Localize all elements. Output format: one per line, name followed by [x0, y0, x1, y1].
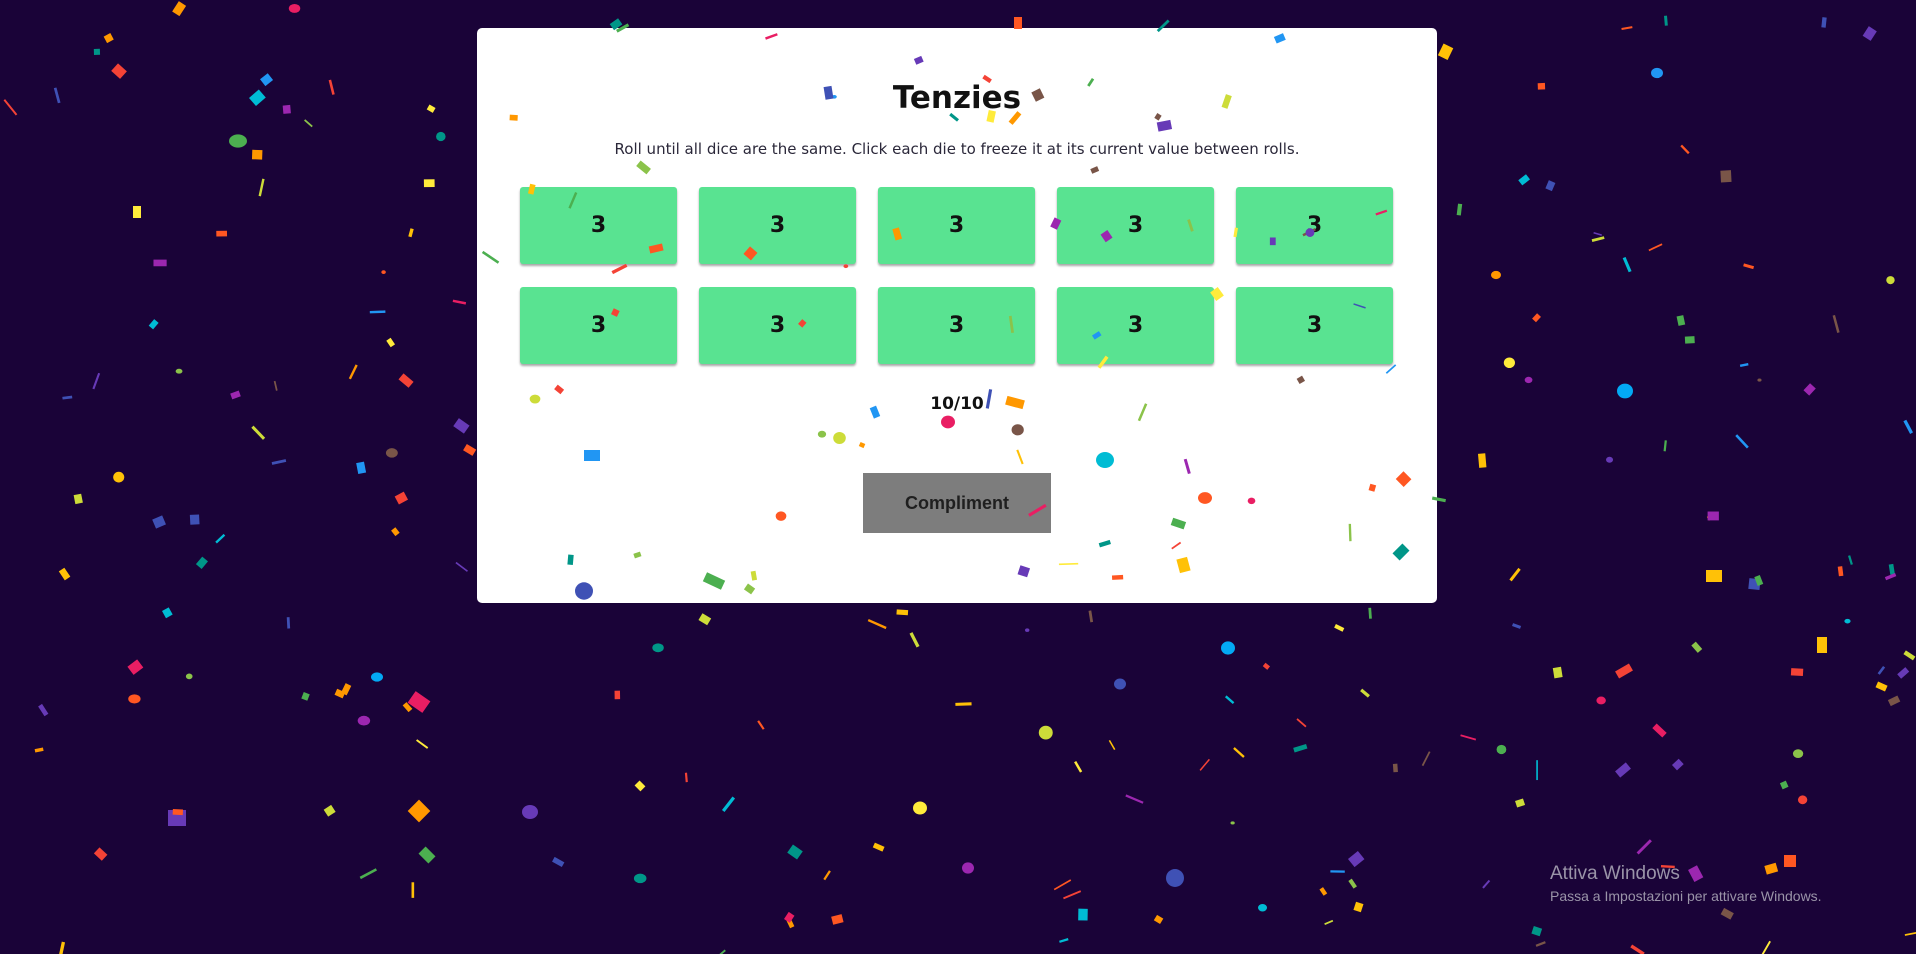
die-8[interactable]: 3 — [878, 287, 1035, 364]
die-7[interactable]: 3 — [699, 287, 856, 364]
compliment-button[interactable]: Compliment — [863, 473, 1051, 533]
windows-activation-watermark: Attiva Windows Passa a Impostazioni per … — [1550, 863, 1822, 904]
die-6[interactable]: 3 — [520, 287, 677, 364]
held-dice-counter: 10/10 — [930, 394, 984, 414]
die-3[interactable]: 3 — [878, 187, 1035, 264]
die-2[interactable]: 3 — [699, 187, 856, 264]
page-title: Tenzies — [892, 80, 1022, 116]
tenzies-app: Tenzies Roll until all dice are the same… — [0, 0, 1916, 954]
die-4[interactable]: 3 — [1057, 187, 1214, 264]
game-card: Tenzies Roll until all dice are the same… — [477, 28, 1437, 603]
dice-grid: 3 3 3 3 3 3 3 3 3 3 — [520, 187, 1394, 364]
die-5[interactable]: 3 — [1236, 187, 1393, 264]
instructions-text: Roll until all dice are the same. Click … — [614, 140, 1300, 158]
die-10[interactable]: 3 — [1236, 287, 1393, 364]
die-9[interactable]: 3 — [1057, 287, 1214, 364]
activation-subtitle: Passa a Impostazioni per attivare Window… — [1550, 888, 1822, 904]
activation-title: Attiva Windows — [1550, 863, 1680, 884]
die-1[interactable]: 3 — [520, 187, 677, 264]
